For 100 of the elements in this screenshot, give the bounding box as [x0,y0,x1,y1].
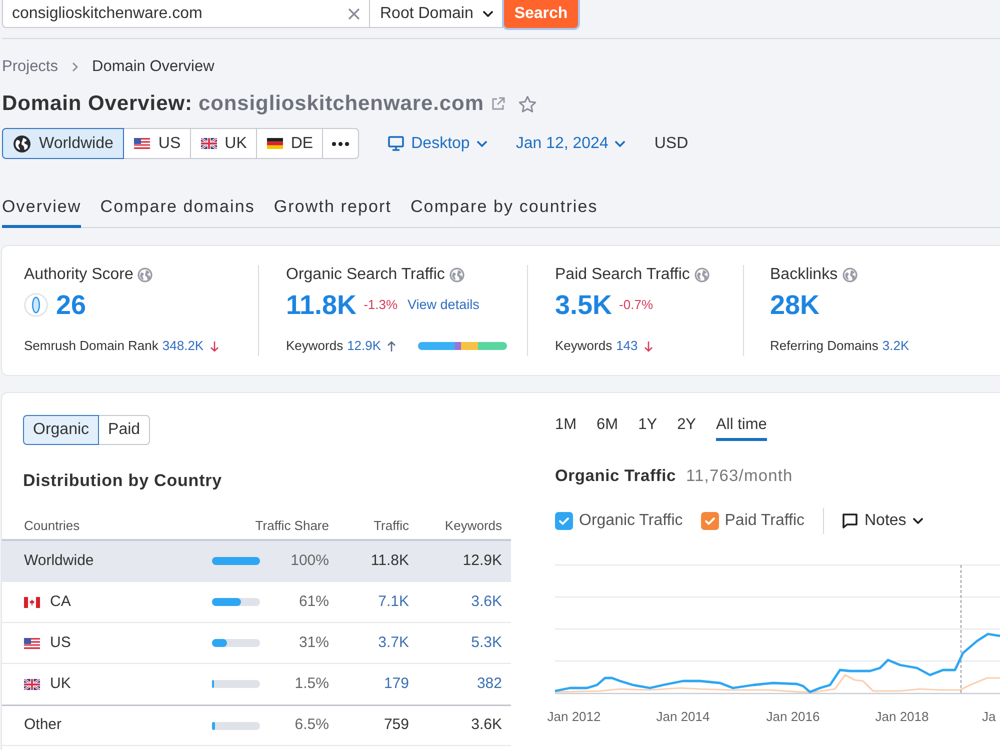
region-button[interactable]: DE [256,128,324,159]
globe-icon [842,267,858,283]
uk-flag-icon [24,678,40,690]
metric-label: Authority Score [24,265,134,285]
star-icon[interactable] [518,94,537,114]
traffic-share-value: 6.5% [294,716,329,734]
metric-footer-label: Semrush Domain Rank [24,337,158,355]
metric-value: 28K [770,289,820,321]
table-row[interactable]: Worldwide 100% 11.8K 12.9K [2,541,511,582]
column-header: Traffic Share [255,518,329,534]
metric-footer-value: 143 [616,337,638,355]
section-title: Distribution by Country [23,471,222,491]
chevron-down-icon [615,140,626,146]
legend-label: Paid Traffic [724,511,804,531]
traffic-link[interactable]: 179 [384,674,409,692]
metric-label: Paid Search Traffic [555,265,690,285]
traffic-share-value: 100% [290,552,329,569]
checkbox[interactable] [555,512,573,530]
checkbox[interactable] [700,512,719,530]
metric-footer-value: 12.9K [347,337,382,355]
chevron-down-icon [483,10,493,16]
chart-title: Organic Traffic [555,466,676,486]
traffic-share-value: 31% [298,634,329,651]
traffic-value: 759 [384,716,409,734]
view-details-link[interactable]: View details [408,294,480,316]
legend-label: Organic Traffic [579,511,683,531]
traffic-share-value: 61% [298,592,329,610]
column-header: Keywords [444,518,502,534]
keywords-value: 12.9K [462,552,502,569]
notes-dropdown[interactable]: Notes [842,509,924,533]
table-row[interactable]: Other 6.5% 759 3.6K [2,705,511,746]
table-row[interactable]: UK 1.5% 179 382 [2,664,511,705]
domain-name: consiglioskitchenware.com [198,91,484,117]
column-header: Traffic [374,518,409,534]
scope-dropdown[interactable]: Root Domain [370,0,503,28]
keywords-link[interactable]: 5.3K [471,634,502,651]
date-dropdown[interactable]: Jan 12, 2024 [516,132,626,156]
keywords-value: 3.6K [471,716,502,734]
toggle-button[interactable]: Organic [23,415,100,445]
keywords-link[interactable]: 382 [476,674,502,692]
region-button[interactable]: US [123,128,191,159]
metric-footer-value: 3.2K [882,337,910,355]
metric-footer-label: Referring Domains [770,337,878,355]
metric-value: 26 [56,289,86,321]
period-tab[interactable]: 1M [555,414,577,441]
globe-icon [694,267,710,283]
region-button[interactable]: Worldwide [2,128,124,159]
table-row[interactable]: CA 61% 7.1K 3.6K [2,582,511,623]
period-tab[interactable]: 6M [596,414,618,441]
axis-label: Jan 2016 [766,709,820,724]
monitor-icon [388,136,404,151]
tab[interactable]: Compare by countries [410,196,598,228]
period-tab[interactable]: 1Y [638,414,658,441]
change-value: -0.7% [619,296,654,314]
canada-flag-icon [24,596,40,608]
metric-value: 3.5K [555,289,612,321]
gauge-icon [24,293,48,317]
search-field[interactable]: consiglioskitchenware.com [2,0,370,28]
clear-icon[interactable] [348,8,360,20]
traffic-share-value: 1.5% [294,674,329,692]
country-name: Other [24,715,62,736]
period-tab[interactable]: 2Y [677,414,696,441]
table-row[interactable]: US 31% 3.7K 5.3K [2,623,511,664]
column-header: Countries [24,517,80,536]
metric-label: Backlinks [770,265,838,285]
tab[interactable]: Compare domains [100,196,255,228]
chevron-right-icon [72,62,78,72]
axis-label: Ja [982,709,996,724]
metric-value: 11.8K [286,289,357,321]
uk-flag-icon [200,138,217,149]
chevron-down-icon [913,518,924,524]
currency-label: USD [654,134,688,154]
more-button[interactable] [322,128,360,159]
chevron-down-icon [476,140,487,146]
page-title: Domain Overview: [2,91,192,117]
globe-icon [137,267,154,283]
tab[interactable]: Growth report [274,196,392,228]
external-link-icon[interactable] [490,96,506,112]
region-button[interactable]: UK [190,128,257,159]
country-name: UK [50,674,71,694]
breadcrumb-link[interactable]: Projects [2,57,58,77]
axis-label: Jan 2014 [656,709,710,724]
more-icon [332,142,350,146]
germany-flag-icon [266,138,283,149]
device-dropdown[interactable]: Desktop [388,132,487,156]
keywords-link[interactable]: 3.6K [471,592,502,610]
metric-footer-label: Keywords [286,337,344,355]
period-tab[interactable]: All time [716,414,767,441]
traffic-link[interactable]: 3.7K [378,634,409,651]
globe-icon [13,134,31,152]
notes-icon [842,513,858,529]
axis-label: Jan 2012 [547,709,601,724]
traffic-value: 11.8K [370,552,409,569]
country-name: Worldwide [24,550,94,571]
traffic-link[interactable]: 7.1K [378,592,409,610]
us-flag-icon [24,638,40,648]
toggle-button[interactable]: Paid [98,415,150,445]
metric-label: Organic Search Traffic [286,265,445,285]
tab[interactable]: Overview [2,196,82,228]
axis-label: Jan 2018 [875,709,929,724]
